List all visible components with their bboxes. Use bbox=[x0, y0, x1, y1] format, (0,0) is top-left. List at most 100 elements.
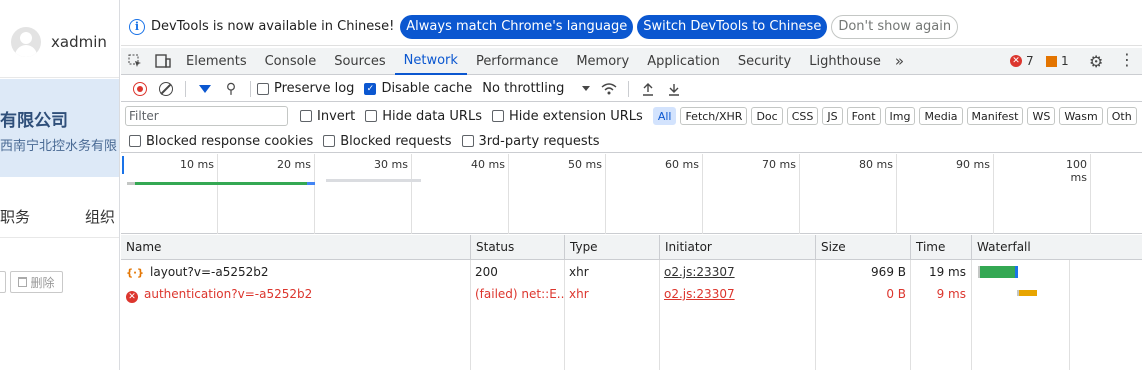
tab-application[interactable]: Application bbox=[638, 48, 729, 75]
avatar[interactable] bbox=[11, 27, 41, 57]
filter-chip-fetch-xhr[interactable]: Fetch/XHR bbox=[680, 107, 748, 125]
username[interactable]: xadmin bbox=[51, 33, 107, 51]
hide-extension-urls-label: Hide extension URLs bbox=[508, 108, 643, 124]
table-row[interactable]: {·} layout?v=-a5252b2 200 xhr o2.js:23307… bbox=[121, 261, 1142, 283]
checkbox-box[interactable] bbox=[300, 110, 312, 122]
timeline-bar-request bbox=[135, 182, 307, 185]
tab-sources[interactable]: Sources bbox=[325, 48, 394, 75]
checkbox-box[interactable] bbox=[129, 135, 141, 147]
tab-security[interactable]: Security bbox=[729, 48, 800, 75]
throttle-value: No throttling bbox=[482, 81, 565, 96]
partial-button[interactable] bbox=[0, 271, 6, 293]
delete-label: 删除 bbox=[30, 275, 55, 290]
filter-chip-manifest[interactable]: Manifest bbox=[966, 107, 1024, 125]
error-icon: ✕ bbox=[1010, 55, 1022, 67]
blocked-cookies-label: Blocked response cookies bbox=[146, 133, 314, 149]
checkbox-box[interactable] bbox=[461, 135, 474, 147]
disable-cache-checkbox[interactable]: ✓ Disable cache bbox=[364, 81, 472, 96]
timeline-bar-failed bbox=[326, 179, 421, 182]
column-header-type[interactable]: Type bbox=[564, 235, 659, 260]
warning-count-badge[interactable]: 1 bbox=[1046, 54, 1069, 68]
network-overview-timeline[interactable]: 10 ms 20 ms 30 ms 40 ms 50 ms 60 ms 70 m… bbox=[121, 154, 1142, 234]
column-header-name[interactable]: Name bbox=[121, 235, 470, 260]
infobar-message: DevTools is now available in Chinese! bbox=[151, 19, 395, 34]
inspect-element-icon[interactable] bbox=[121, 48, 149, 74]
filter-chip-js[interactable]: JS bbox=[822, 107, 843, 125]
request-name: layout?v=-a5252b2 bbox=[150, 265, 269, 279]
tab-lighthouse[interactable]: Lighthouse bbox=[800, 48, 890, 75]
filter-chip-doc[interactable]: Doc bbox=[751, 107, 783, 125]
timeline-gridline bbox=[217, 154, 218, 234]
filter-chip-wasm[interactable]: Wasm bbox=[1059, 107, 1103, 125]
checkbox-box[interactable] bbox=[365, 110, 378, 122]
tab-performance[interactable]: Performance bbox=[467, 48, 567, 75]
filter-chip-other[interactable]: Oth bbox=[1106, 107, 1137, 125]
column-header-size[interactable]: Size bbox=[815, 235, 910, 260]
dont-show-again-button[interactable]: Don't show again bbox=[831, 14, 959, 39]
checkbox-box[interactable] bbox=[491, 110, 504, 122]
column-header-initiator[interactable]: Initiator bbox=[659, 235, 815, 260]
timeline-bar-queue bbox=[127, 182, 135, 185]
device-toolbar-icon[interactable] bbox=[149, 48, 177, 74]
match-language-button[interactable]: Always match Chrome's language bbox=[400, 14, 634, 39]
throttling-select[interactable]: No throttling bbox=[482, 81, 591, 96]
filter-input[interactable]: Filter bbox=[125, 106, 288, 126]
filter-chip-img[interactable]: Img bbox=[884, 107, 916, 125]
nav-item-position[interactable]: 职务 bbox=[0, 206, 30, 227]
timeline-gridline bbox=[508, 154, 509, 234]
checkbox-box[interactable] bbox=[257, 82, 269, 95]
company-subtitle: 西南宁北控水务有限 bbox=[0, 139, 118, 154]
switch-chinese-button[interactable]: Switch DevTools to Chinese bbox=[637, 14, 828, 39]
download-icon bbox=[669, 83, 680, 96]
tab-elements[interactable]: Elements bbox=[177, 48, 256, 75]
more-options-icon[interactable]: ⋮ bbox=[1119, 50, 1135, 69]
filter-toggle-button[interactable] bbox=[192, 77, 218, 101]
search-icon: ⚲ bbox=[225, 80, 237, 97]
invert-checkbox[interactable]: Invert bbox=[300, 109, 355, 124]
invert-label: Invert bbox=[317, 108, 356, 124]
checkbox-box[interactable] bbox=[323, 135, 336, 147]
filter-chip-ws[interactable]: WS bbox=[1027, 107, 1056, 125]
network-toolbar: ⚲ Preserve log ✓ Disable cache No throttl… bbox=[121, 76, 1142, 102]
request-initiator-link[interactable]: o2.js:23307 bbox=[659, 283, 815, 305]
timeline-gridline bbox=[411, 154, 412, 234]
export-har-button[interactable] bbox=[661, 77, 687, 101]
clear-button[interactable] bbox=[153, 77, 179, 101]
blocked-requests-label: Blocked requests bbox=[340, 133, 452, 149]
language-infobar: i DevTools is now available in Chinese! … bbox=[121, 8, 1142, 46]
gear-icon[interactable]: ⚙ bbox=[1089, 52, 1103, 71]
preserve-log-checkbox[interactable]: Preserve log bbox=[257, 81, 354, 96]
column-header-time[interactable]: Time bbox=[910, 235, 971, 260]
app-panel: xadmin 有限公司 西南宁北控水务有限 职务 组织 删除 bbox=[0, 0, 120, 370]
hide-data-urls-checkbox[interactable]: Hide data URLs bbox=[365, 109, 482, 124]
hide-extension-urls-checkbox[interactable]: Hide extension URLs bbox=[491, 108, 643, 124]
column-header-waterfall[interactable]: Waterfall bbox=[971, 235, 1142, 260]
tab-network[interactable]: Network bbox=[394, 48, 467, 75]
column-header-status[interactable]: Status bbox=[470, 235, 564, 260]
more-tabs-icon[interactable]: » bbox=[890, 52, 909, 70]
table-row[interactable]: ✕ authentication?v=-a5252b2 (failed) net:… bbox=[121, 283, 1142, 305]
timeline-gridline bbox=[799, 154, 800, 234]
filter-chip-all[interactable]: All bbox=[652, 107, 677, 125]
third-party-checkbox[interactable]: 3rd-party requests bbox=[461, 134, 600, 149]
divider bbox=[628, 80, 630, 97]
tab-console[interactable]: Console bbox=[256, 48, 326, 75]
blocked-requests-checkbox[interactable]: Blocked requests bbox=[323, 133, 452, 149]
error-count-badge[interactable]: ✕ 7 bbox=[1010, 54, 1034, 68]
tab-memory[interactable]: Memory bbox=[567, 48, 638, 75]
checkbox-box-checked[interactable]: ✓ bbox=[364, 82, 377, 95]
timeline-tick-label: 90 ms bbox=[956, 158, 990, 171]
search-button[interactable]: ⚲ bbox=[218, 77, 244, 101]
blocked-cookies-checkbox[interactable]: Blocked response cookies bbox=[129, 134, 313, 149]
nav-item-organization[interactable]: 组织 bbox=[85, 206, 115, 227]
request-size: 0 B bbox=[886, 287, 906, 301]
network-conditions-button[interactable] bbox=[596, 77, 622, 101]
filter-chip-css[interactable]: CSS bbox=[786, 107, 819, 125]
record-button[interactable] bbox=[127, 77, 153, 101]
filter-chip-font[interactable]: Font bbox=[846, 107, 881, 125]
filter-chip-media[interactable]: Media bbox=[919, 107, 963, 125]
request-initiator-link[interactable]: o2.js:23307 bbox=[659, 261, 815, 283]
import-har-button[interactable] bbox=[635, 77, 661, 101]
delete-button[interactable]: 删除 bbox=[10, 271, 63, 293]
request-time: 19 ms bbox=[928, 265, 966, 279]
